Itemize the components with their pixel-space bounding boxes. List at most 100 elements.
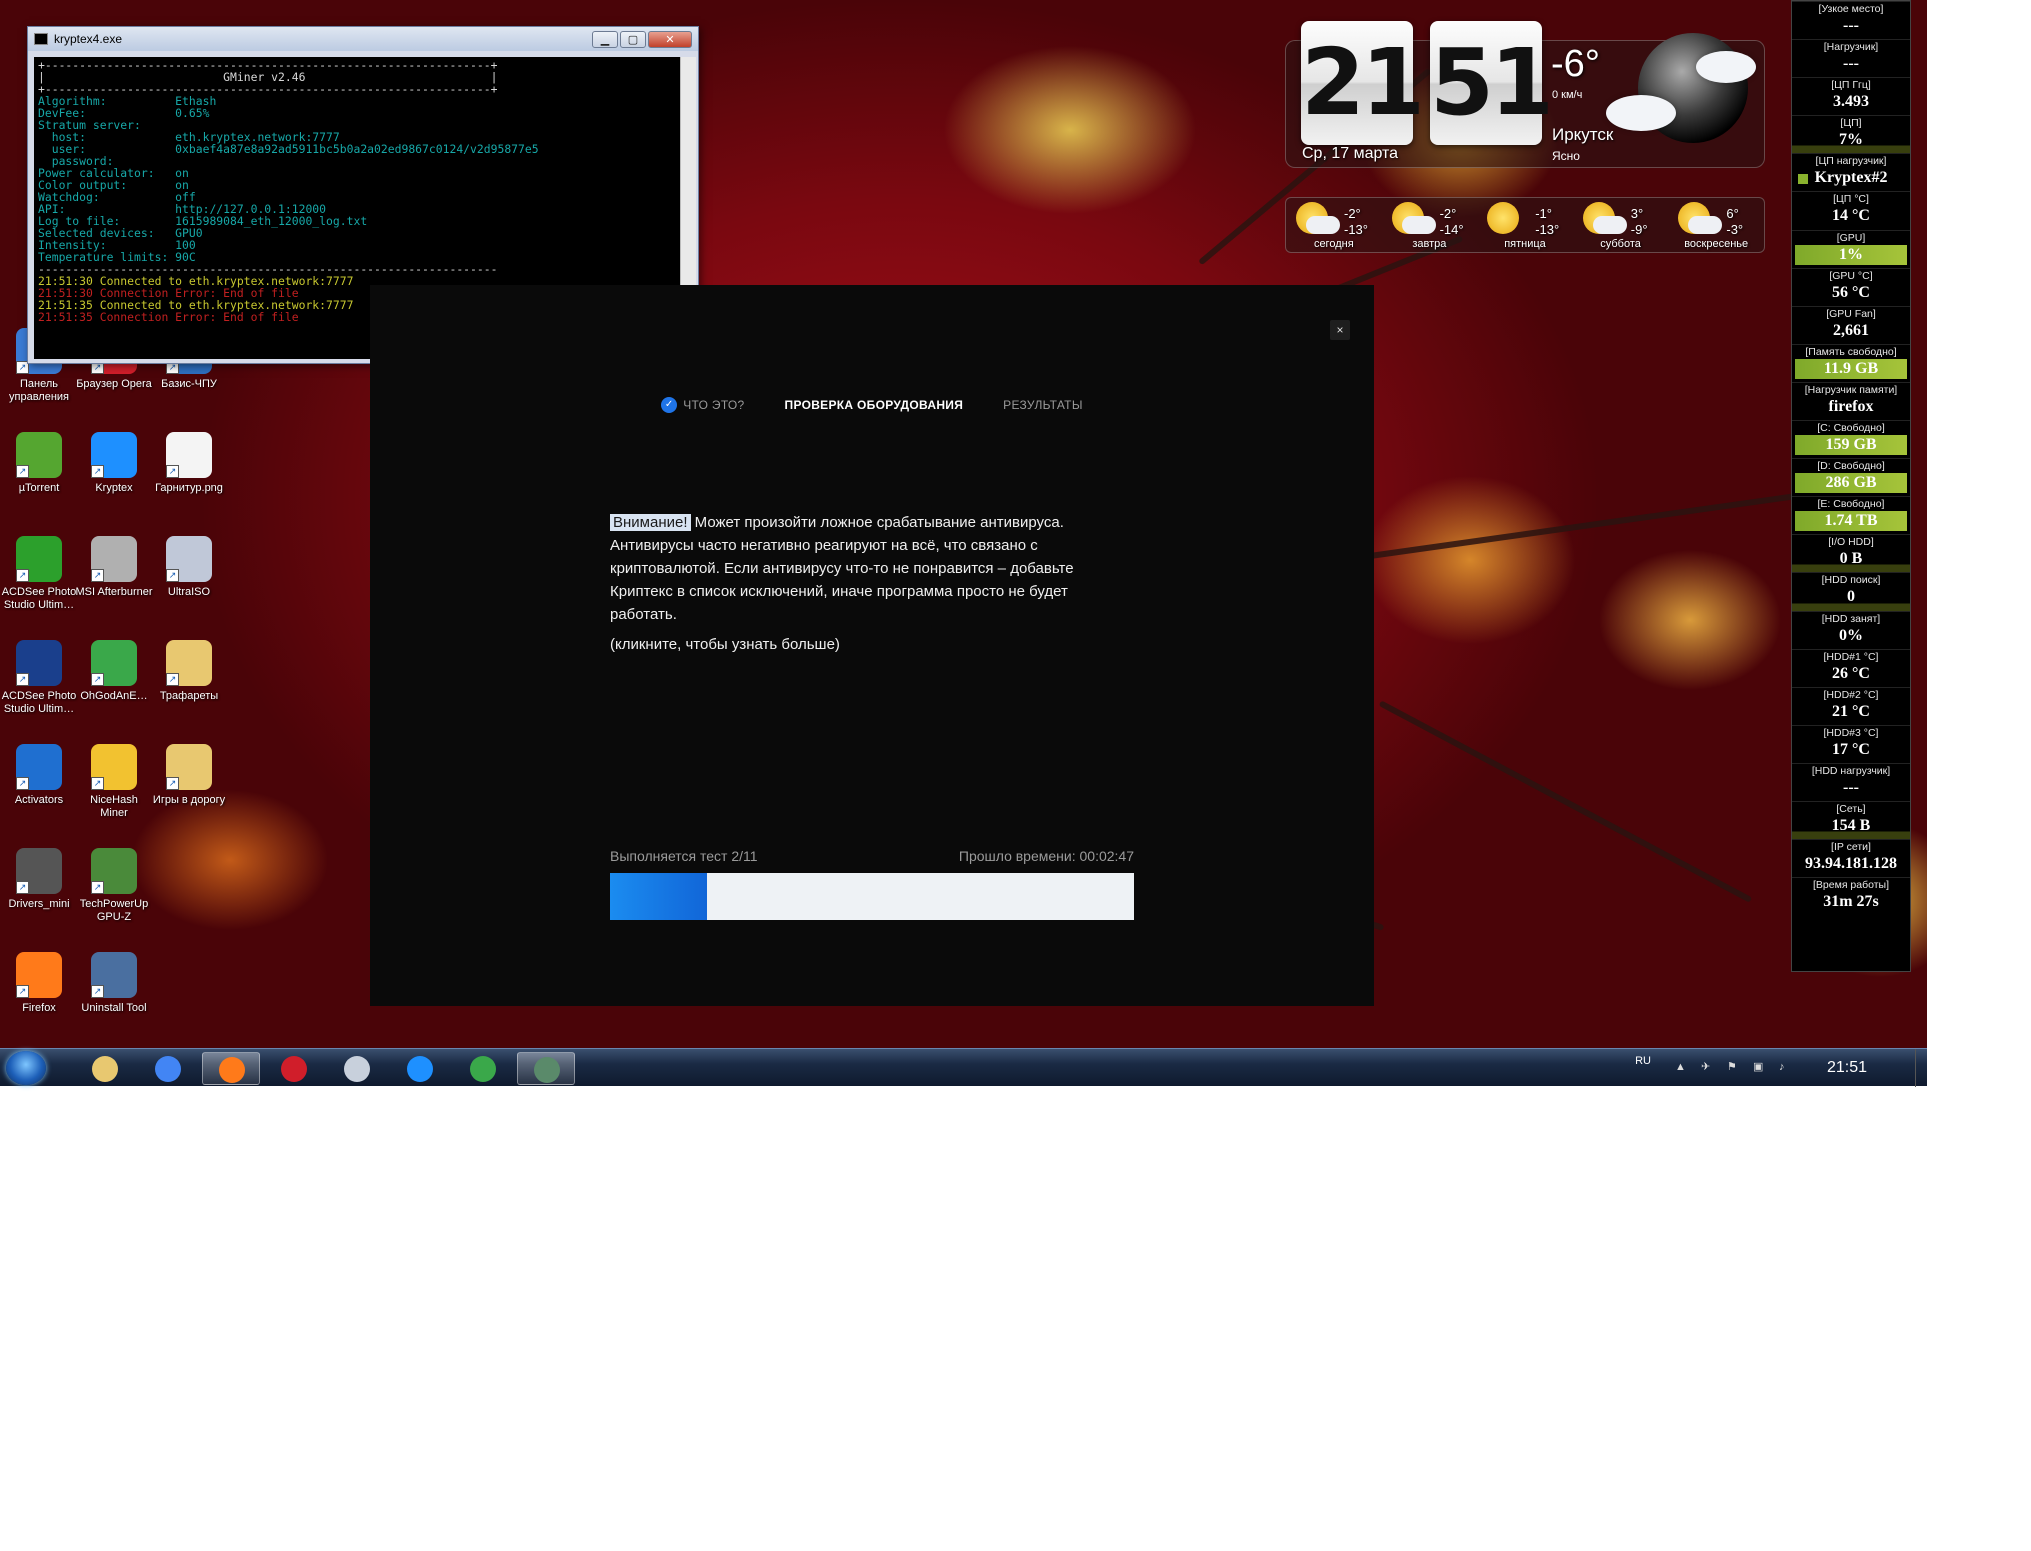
desktop-icon[interactable]: ↗ Uninstall Tool — [75, 952, 153, 1015]
desktop-icon[interactable]: ↗ Игры в дорогу — [150, 744, 228, 807]
sysmon-row: [E: Свободно] 1.74 TB — [1792, 496, 1910, 534]
desktop-icon[interactable]: ↗ ACDSee Photo Studio Ultim… — [0, 536, 78, 612]
sysmon-value: 26 °C — [1832, 664, 1870, 682]
forecast-high: -1° — [1535, 206, 1552, 221]
forecast-low: -14° — [1439, 222, 1464, 237]
display-icon[interactable]: ▣ — [1753, 1061, 1765, 1073]
app-icon: ↗ — [16, 848, 62, 894]
step-hardware-check[interactable]: ПРОВЕРКА ОБОРУДОВАНИЯ — [785, 398, 964, 412]
sysmon-row: [GPU Fan] 2,661 — [1792, 305, 1910, 344]
desktop-icon[interactable]: ↗ µTorrent — [0, 432, 78, 495]
desktop-icon[interactable]: ↗ Трафареты — [150, 640, 228, 703]
sysmon-row: [C: Свободно] 159 GB — [1792, 420, 1910, 458]
forecast-day[interactable]: -2° -14° завтра — [1382, 198, 1478, 252]
forecast-high: 6° — [1726, 206, 1739, 221]
learn-more-link[interactable]: (кликните, чтобы узнать больше) — [610, 636, 840, 653]
forecast-day[interactable]: 6° -3° воскресенье — [1668, 198, 1764, 252]
taskbar-app-ohgodanethlargement[interactable] — [454, 1052, 512, 1085]
step-what-is-it[interactable]: ✓ ЧТО ЭТО? — [661, 397, 744, 413]
sysmon-value: 0% — [1839, 626, 1863, 644]
show-hidden-icons-icon[interactable]: ▲ — [1675, 1061, 1687, 1073]
shortcut-arrow-icon: ↗ — [91, 881, 104, 894]
forecast-day[interactable]: 3° -9° суббота — [1573, 198, 1669, 252]
desktop-icon[interactable]: ↗ NiceHash Miner — [75, 744, 153, 820]
step-results[interactable]: РЕЗУЛЬТАТЫ — [1003, 398, 1083, 412]
clock-weather-widget[interactable]: 21 51 Ср, 17 марта -6° 0 км/ч Иркутск Яс… — [1285, 21, 1765, 168]
language-indicator[interactable]: RU — [1635, 1055, 1651, 1067]
dialog-close-button[interactable]: × — [1330, 320, 1350, 340]
taskbar-app-explorer[interactable] — [76, 1052, 134, 1085]
taskbar-app-chrome[interactable] — [139, 1052, 197, 1085]
cloud-icon — [1592, 216, 1627, 234]
volume-icon[interactable]: ♪ — [1779, 1061, 1791, 1073]
desktop-icon[interactable]: ↗ Гарнитур.png — [150, 432, 228, 495]
sysmon-row: [HDD занят] 0% — [1792, 610, 1910, 649]
desktop-icon-label: Браузер Opera — [76, 378, 152, 390]
app-icon: ↗ — [91, 536, 137, 582]
app-icon: ↗ — [91, 952, 137, 998]
clock-hours: 21 — [1301, 21, 1425, 145]
elapsed-time: Прошло времени: 00:02:47 — [958, 848, 1134, 864]
test-progress-bar — [610, 873, 1134, 920]
console-icon — [534, 1057, 560, 1083]
sysmon-row: [Память свободно] 11.9 GB — [1792, 343, 1910, 382]
folder-icon — [92, 1056, 118, 1082]
cloud-icon — [1306, 216, 1340, 234]
shortcut-arrow-icon: ↗ — [91, 985, 104, 998]
desktop-icon[interactable]: ↗ MSI Afterburner — [75, 536, 153, 599]
desktop-icon-label: UltraISO — [167, 586, 211, 598]
sysmon-value: 0 — [1847, 588, 1855, 606]
desktop-icon[interactable]: ↗ Kryptex — [75, 432, 153, 495]
shortcut-arrow-icon: ↗ — [16, 673, 29, 686]
start-button[interactable] — [6, 1051, 46, 1085]
wind-speed: 0 км/ч — [1552, 89, 1583, 101]
console-line: 21:51:35 Connection Error: End of file — [38, 310, 299, 324]
sysmon-value: 14 °C — [1832, 207, 1870, 225]
sysmon-value: 17 °C — [1832, 740, 1870, 758]
desktop-icon[interactable]: ↗ UltraISO — [150, 536, 228, 599]
desktop-icon[interactable]: ↗ Drivers_mini — [0, 848, 78, 911]
sysmon-value: --- — [1843, 778, 1859, 796]
network-icon[interactable]: ✈ — [1701, 1061, 1713, 1073]
desktop-icon[interactable]: ↗ Firefox — [0, 952, 78, 1015]
desktop-icon[interactable]: ↗ ACDSee Photo Studio Ultim… — [0, 640, 78, 716]
app-icon: ↗ — [166, 432, 212, 478]
taskbar-app-kryptex[interactable] — [391, 1052, 449, 1085]
sysmon-value: 2,661 — [1833, 321, 1869, 339]
app-icon: ↗ — [91, 744, 137, 790]
sysmon-label: [HDD#2 °C] — [1823, 688, 1879, 701]
minimize-button[interactable]: ▁ — [592, 30, 618, 48]
taskbar-app-opera[interactable] — [265, 1052, 323, 1085]
forecast-high: -2° — [1344, 206, 1361, 221]
desktop-icon[interactable]: ↗ OhGodAnE… — [75, 640, 153, 703]
sysmon-row: [HDD#2 °C] 21 °C — [1792, 686, 1910, 725]
desktop-icon[interactable]: ↗ Activators — [0, 744, 78, 807]
taskbar-app-console[interactable] — [517, 1052, 575, 1085]
shortcut-arrow-icon: ↗ — [16, 465, 29, 478]
weather-forecast[interactable]: -2° -13° сегодня -2° -14° завтра -1° -13° пятниц… — [1285, 197, 1765, 253]
close-button[interactable]: ✕ — [648, 30, 692, 48]
action-center-icon[interactable]: ⚑ — [1727, 1061, 1739, 1073]
sysmon-label: [I/O HDD] — [1828, 536, 1874, 549]
check-icon: ✓ — [661, 397, 678, 413]
taskbar-app-calculator[interactable] — [328, 1052, 386, 1085]
show-desktop-button[interactable] — [1915, 1049, 1927, 1087]
cloud-icon — [1696, 51, 1756, 83]
forecast-day[interactable]: -1° -13° пятница — [1477, 198, 1573, 252]
current-temperature: -6° — [1551, 43, 1600, 85]
maximize-button[interactable]: ▢ — [620, 30, 646, 48]
shortcut-arrow-icon: ↗ — [16, 569, 29, 582]
sysmon-value: 1.74 TB — [1795, 511, 1907, 532]
forecast-day[interactable]: -2° -13° сегодня — [1286, 198, 1382, 252]
taskbar-app-firefox[interactable] — [202, 1052, 260, 1085]
clock-minutes: 51 — [1430, 21, 1554, 145]
forecast-day-name: суббота — [1600, 238, 1641, 250]
console-titlebar[interactable]: kryptex4.exe ▁ ▢ ✕ — [28, 27, 698, 51]
desktop-icon-label: Панель управления — [9, 378, 69, 403]
sysmon-value: 159 GB — [1795, 435, 1907, 456]
opera-icon — [281, 1056, 307, 1082]
taskbar-clock[interactable]: 21:51 — [1827, 1059, 1867, 1077]
sysmon-value: 21 °C — [1832, 702, 1870, 720]
desktop-icon-label: µTorrent — [18, 482, 60, 494]
desktop-icon[interactable]: ↗ TechPowerUp GPU-Z — [75, 848, 153, 924]
